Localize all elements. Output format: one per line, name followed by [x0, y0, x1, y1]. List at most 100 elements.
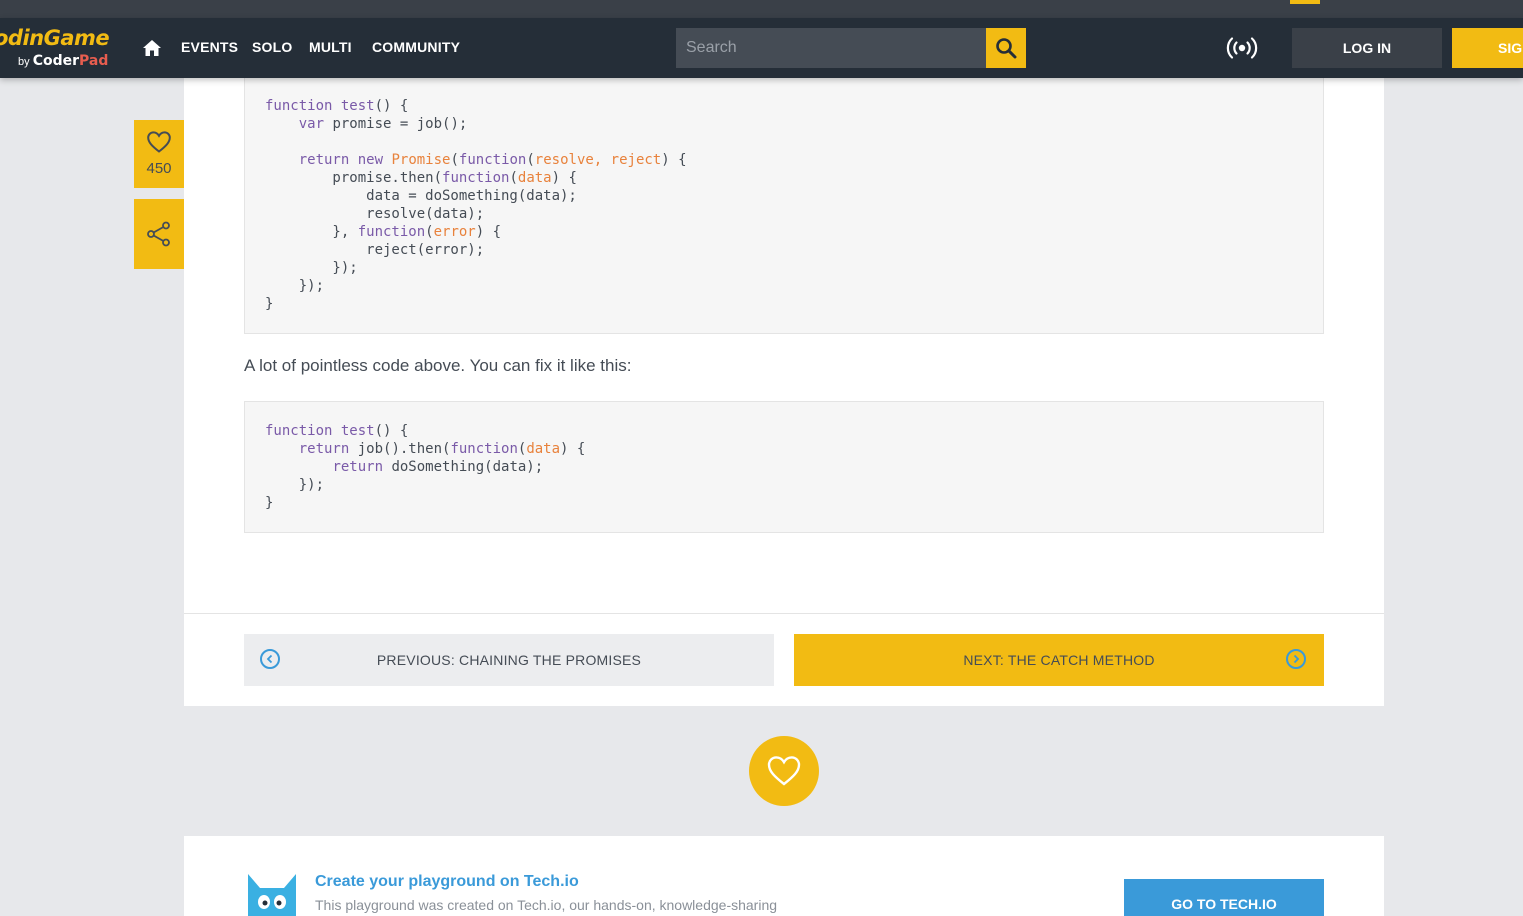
- code-token: });: [265, 278, 325, 294]
- logo-pad: Pad: [79, 53, 109, 69]
- code-token: promise.then(: [265, 170, 443, 186]
- code-token: (: [509, 170, 518, 186]
- code-token: doSomething(data);: [383, 459, 544, 475]
- code-line: return doSomething(data);: [265, 459, 543, 475]
- code-line: function test() {: [265, 98, 408, 114]
- navbar: odinGame by CoderPad EVENTS SOLO MULTI C…: [0, 18, 1523, 78]
- logo-coderpad: CoderPad: [33, 53, 109, 69]
- go-to-techio-button[interactable]: GO TO TECH.IO: [1124, 879, 1324, 916]
- code-token: });: [265, 477, 325, 493]
- broadcast-icon[interactable]: [1226, 35, 1258, 61]
- code-line: resolve(data);: [265, 206, 484, 222]
- code-token: data: [517, 170, 552, 186]
- code-token: function: [265, 423, 333, 439]
- signup-button[interactable]: SIGN: [1452, 28, 1523, 68]
- like-button[interactable]: 450: [134, 120, 184, 188]
- code-token: function: [265, 98, 333, 114]
- code-token: var: [298, 116, 325, 132]
- code-token: return: [298, 441, 350, 457]
- divider: [184, 613, 1384, 614]
- codingame-logo[interactable]: odinGame by CoderPad: [0, 24, 124, 72]
- heart-icon: [767, 756, 801, 786]
- code-line: }, function(error) {: [265, 224, 501, 240]
- code-token: (: [425, 224, 434, 240]
- code-token: ) {: [475, 224, 502, 240]
- nav-solo[interactable]: SOLO: [252, 39, 292, 55]
- code-token: function: [458, 152, 527, 168]
- code-line: });: [265, 260, 358, 276]
- nav-community[interactable]: COMMUNITY: [372, 39, 460, 55]
- code-line: return new Promise(function(resolve, rej…: [265, 152, 687, 168]
- code-token: return: [332, 459, 384, 475]
- like-count: 450: [146, 160, 172, 177]
- previous-lesson-label: PREVIOUS: CHAINING THE PROMISES: [376, 652, 642, 668]
- code-token: new: [357, 152, 384, 168]
- code-token: (: [450, 152, 459, 168]
- code-line: data = doSomething(data);: [265, 188, 577, 204]
- code-token: job().then(: [349, 441, 451, 457]
- code-block-original: function test() { var promise = job(); r…: [244, 76, 1324, 334]
- login-button[interactable]: LOG IN: [1292, 28, 1442, 68]
- code-line: promise.then(function(data) {: [265, 170, 577, 186]
- code-token: resolve(data);: [265, 206, 485, 222]
- code-line: }: [265, 495, 273, 511]
- code-block-fixed: function test() { return job().then(func…: [244, 401, 1324, 533]
- code-token: function: [357, 224, 426, 240]
- code-line: return job().then(function(data) {: [265, 441, 586, 457]
- code-token: reject(error);: [265, 242, 485, 258]
- code-token: });: [265, 260, 358, 276]
- code-line: reject(error);: [265, 242, 484, 258]
- home-icon[interactable]: [142, 38, 162, 58]
- chevron-right-icon: [1286, 649, 1306, 669]
- next-lesson-label: NEXT: THE CATCH METHOD: [963, 652, 1155, 668]
- code-token: },: [265, 224, 358, 240]
- code-token: data = doSomething(data);: [265, 188, 577, 204]
- previous-lesson-button[interactable]: PREVIOUS: CHAINING THE PROMISES: [244, 634, 774, 686]
- heart-icon: [147, 131, 171, 153]
- code-token: function: [450, 441, 518, 457]
- techio-mascot-icon: [248, 874, 296, 916]
- code-token: }: [265, 495, 274, 511]
- logo-coder: Coder: [32, 53, 80, 69]
- code-token: function: [442, 170, 510, 186]
- code-line: function test() {: [265, 423, 408, 439]
- top-strip-accent: [1290, 0, 1320, 4]
- playground-title[interactable]: Create your playground on Tech.io: [315, 873, 579, 891]
- code-token: }: [265, 296, 274, 312]
- techio-footer: Create your playground on Tech.io This p…: [184, 836, 1384, 916]
- code-token: ) {: [560, 441, 586, 457]
- code-token: data: [526, 441, 561, 457]
- logo-text: odinGame: [0, 26, 110, 50]
- search-input[interactable]: [676, 28, 986, 68]
- next-lesson-button[interactable]: NEXT: THE CATCH METHOD: [794, 634, 1324, 686]
- code-token: error: [433, 224, 476, 240]
- code-line: });: [265, 278, 324, 294]
- search-icon: [996, 38, 1017, 59]
- nav-multi[interactable]: MULTI: [309, 39, 352, 55]
- code-token: () {: [374, 423, 409, 439]
- code-token: ) {: [661, 152, 687, 168]
- lesson-paragraph: A lot of pointless code above. You can f…: [244, 356, 632, 375]
- top-strip: [0, 0, 1523, 18]
- chevron-left-icon: [260, 649, 280, 669]
- code-line: }: [265, 296, 273, 312]
- code-token: promise = job();: [324, 116, 468, 132]
- code-line: var promise = job();: [265, 116, 468, 132]
- favorite-button[interactable]: [749, 736, 819, 806]
- code-token: ) {: [551, 170, 577, 186]
- code-token: resolve, reject: [534, 152, 662, 168]
- search-button[interactable]: [986, 28, 1026, 68]
- share-icon: [147, 221, 170, 247]
- code-token: () {: [374, 98, 409, 114]
- logo-subtitle: by CoderPad: [18, 53, 108, 69]
- code-token: test: [340, 423, 375, 439]
- code-token: Promise: [391, 152, 451, 168]
- share-button[interactable]: [134, 199, 184, 269]
- nav-events[interactable]: EVENTS: [181, 39, 238, 55]
